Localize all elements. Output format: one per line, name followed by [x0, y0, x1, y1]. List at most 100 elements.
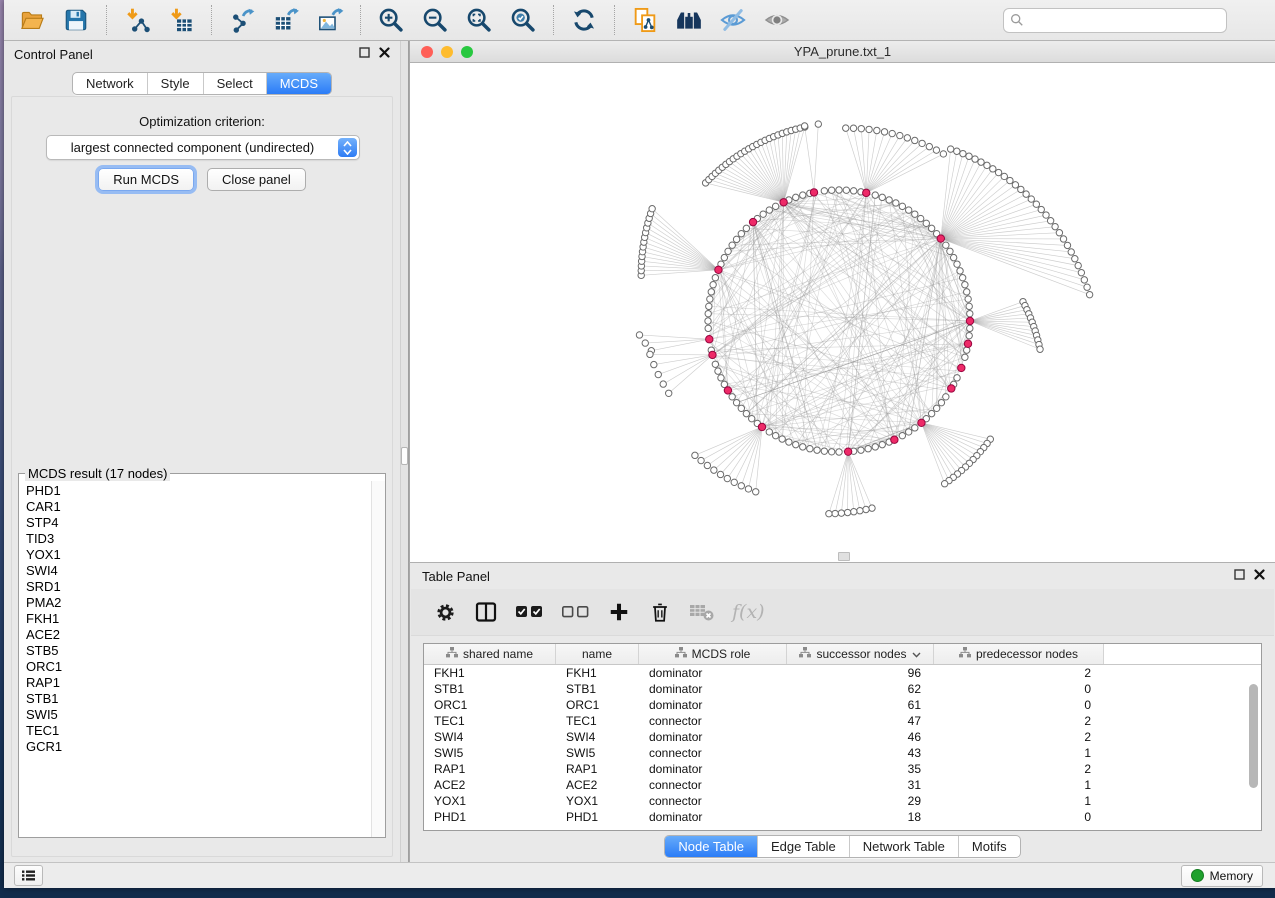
network-node[interactable] — [779, 436, 785, 442]
network-node[interactable] — [793, 441, 799, 447]
network-hub-node[interactable] — [918, 419, 925, 426]
add-column-icon[interactable] — [607, 599, 631, 625]
network-node[interactable] — [733, 236, 739, 242]
table-row[interactable]: STB1STB1dominator620 — [424, 681, 1261, 697]
network-node[interactable] — [959, 275, 965, 281]
network-node[interactable] — [886, 197, 892, 203]
table-cell[interactable]: RAP1 — [424, 762, 556, 776]
run-mcds-button[interactable]: Run MCDS — [98, 168, 194, 191]
network-node[interactable] — [947, 146, 953, 152]
column-header-predecessor-nodes[interactable]: predecessor nodes — [934, 644, 1104, 664]
delete-table-icon[interactable] — [689, 599, 715, 625]
network-node[interactable] — [828, 449, 834, 455]
network-node[interactable] — [692, 452, 698, 458]
tab-mcds[interactable]: MCDS — [266, 73, 331, 94]
select-all-icon[interactable] — [515, 599, 544, 625]
hide-selected-icon[interactable] — [719, 6, 747, 34]
network-node[interactable] — [717, 471, 723, 477]
mcds-result-item[interactable]: YOX1 — [19, 547, 372, 563]
network-canvas[interactable] — [410, 63, 1275, 562]
column-header-mcds-role[interactable]: MCDS role — [639, 644, 787, 664]
network-node[interactable] — [721, 254, 727, 260]
network-node[interactable] — [1028, 196, 1034, 202]
table-cell[interactable]: 2 — [934, 714, 1104, 728]
network-node[interactable] — [711, 467, 717, 473]
network-node[interactable] — [743, 225, 749, 231]
network-node[interactable] — [990, 166, 996, 172]
network-node[interactable] — [874, 127, 880, 133]
network-hub-node[interactable] — [863, 189, 870, 196]
table-cell[interactable]: 1 — [934, 746, 1104, 760]
network-node[interactable] — [881, 129, 887, 135]
table-cell[interactable]: SWI5 — [424, 746, 556, 760]
table-cell[interactable]: PHD1 — [424, 810, 556, 824]
network-node[interactable] — [966, 303, 972, 309]
table-cell[interactable]: 2 — [934, 730, 1104, 744]
save-icon[interactable] — [62, 6, 90, 34]
network-node[interactable] — [738, 483, 744, 489]
network-node[interactable] — [966, 153, 972, 159]
show-all-icon[interactable] — [763, 6, 791, 34]
mcds-result-item[interactable]: PMA2 — [19, 595, 372, 611]
network-hub-node[interactable] — [749, 218, 756, 225]
network-node[interactable] — [879, 194, 885, 200]
network-node[interactable] — [836, 187, 842, 193]
table-cell[interactable]: SWI4 — [556, 730, 639, 744]
network-node[interactable] — [905, 429, 911, 435]
network-node[interactable] — [954, 261, 960, 267]
network-node[interactable] — [869, 505, 875, 511]
network-node[interactable] — [1084, 284, 1090, 290]
network-node[interactable] — [712, 361, 718, 367]
table-cell[interactable]: RAP1 — [556, 762, 639, 776]
table-cell[interactable]: FKH1 — [556, 666, 639, 680]
network-node[interactable] — [1018, 186, 1024, 192]
table-cell[interactable]: dominator — [639, 730, 787, 744]
network-node[interactable] — [725, 248, 731, 254]
network-node[interactable] — [933, 147, 939, 153]
table-row[interactable]: SWI4SWI4dominator462 — [424, 729, 1261, 745]
table-cell[interactable]: FKH1 — [424, 666, 556, 680]
network-node[interactable] — [928, 410, 934, 416]
network-node[interactable] — [712, 275, 718, 281]
network-node[interactable] — [850, 125, 856, 131]
network-node[interactable] — [995, 169, 1001, 175]
network-node[interactable] — [858, 125, 864, 131]
function-builder-icon[interactable]: f(x) — [732, 599, 765, 625]
tab-node-table[interactable]: Node Table — [665, 836, 757, 857]
network-node[interactable] — [698, 457, 704, 463]
network-node[interactable] — [863, 506, 869, 512]
network-node[interactable] — [917, 215, 923, 221]
network-hub-node[interactable] — [810, 189, 817, 196]
mcds-result-item[interactable]: ORC1 — [19, 659, 372, 675]
export-table-icon[interactable] — [272, 6, 300, 34]
table-row[interactable]: SWI5SWI5connector431 — [424, 745, 1261, 761]
network-graph[interactable] — [410, 63, 1275, 562]
table-cell[interactable]: STB1 — [556, 682, 639, 696]
network-node[interactable] — [649, 206, 655, 212]
network-node[interactable] — [704, 462, 710, 468]
table-row[interactable]: FKH1FKH1dominator962 — [424, 665, 1261, 681]
table-cell[interactable]: 62 — [787, 682, 934, 696]
network-node[interactable] — [1033, 201, 1039, 207]
table-cell[interactable]: 43 — [787, 746, 934, 760]
table-cell[interactable]: 2 — [934, 762, 1104, 776]
network-node[interactable] — [850, 188, 856, 194]
network-node[interactable] — [706, 303, 712, 309]
network-node[interactable] — [651, 361, 657, 367]
network-node[interactable] — [926, 143, 932, 149]
mcds-result-item[interactable]: RAP1 — [19, 675, 372, 691]
network-node[interactable] — [954, 148, 960, 154]
network-node[interactable] — [858, 447, 864, 453]
network-node[interactable] — [731, 479, 737, 485]
table-cell[interactable]: dominator — [639, 762, 787, 776]
mcds-result-item[interactable]: TID3 — [19, 531, 372, 547]
network-hub-node[interactable] — [709, 351, 716, 358]
splitter-grip[interactable] — [401, 447, 408, 465]
table-row[interactable]: ORC1ORC1dominator610 — [424, 697, 1261, 713]
import-table-icon[interactable] — [167, 6, 195, 34]
network-node[interactable] — [954, 375, 960, 381]
network-node[interactable] — [1012, 182, 1018, 188]
mcds-result-item[interactable]: STP4 — [19, 515, 372, 531]
float-panel-icon[interactable] — [1234, 567, 1245, 585]
network-node[interactable] — [1081, 277, 1087, 283]
